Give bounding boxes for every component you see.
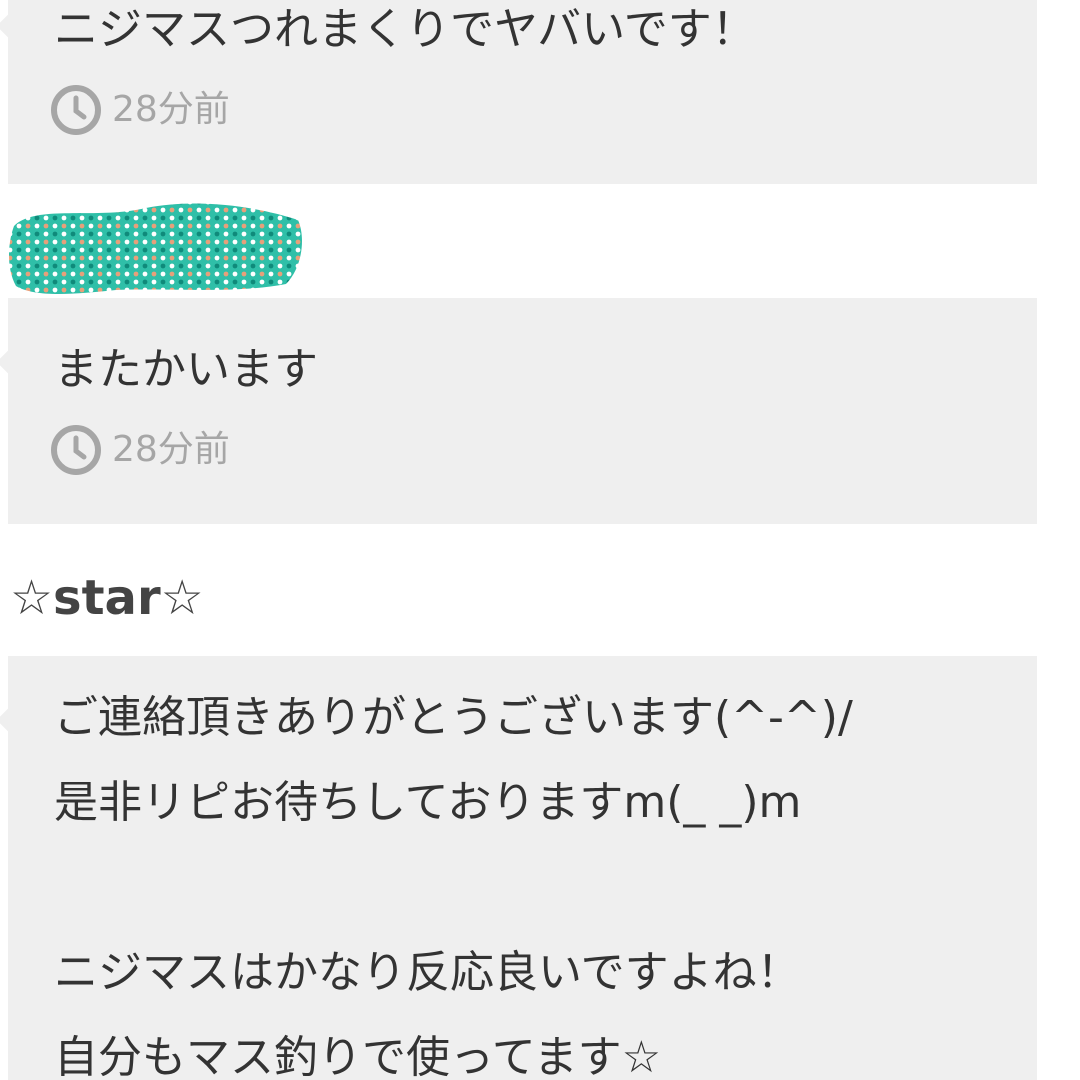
bubble-tail [0,14,20,38]
comment-bubble: ニジマスつれまくりでヤバいです！ 28分前 [0,0,1037,184]
reply-text: ご連絡頂きありがとうございます(^-^)/ 是非リピお待ちしておりますm(_ _… [54,696,853,1080]
comment-time: 28分前 [112,89,230,130]
clock-icon [51,85,101,135]
redacted-username-blob [9,203,302,294]
comment-text: またかいます [54,344,318,395]
comment-meta: 28分前 [50,424,230,476]
reply-username[interactable]: ☆star☆ [10,568,204,628]
reply-line [54,866,853,910]
reply-line: 是非リピお待ちしておりますm(_ _)m [54,777,802,828]
comment-meta: 28分前 [50,84,230,136]
comment-text: ニジマスつれまくりでヤバいです！ [54,4,756,55]
comment-thread: ニジマスつれまくりでヤバいです！ 28分前 またかいます 28分前 ☆star☆… [0,0,1080,1080]
reply-line: ご連絡頂きありがとうございます(^-^)/ [54,692,853,743]
bubble-tail [0,708,20,732]
clock-icon [51,425,101,475]
comment-time: 28分前 [112,429,230,470]
reply-bubble: ご連絡頂きありがとうございます(^-^)/ 是非リピお待ちしておりますm(_ _… [0,656,1037,1080]
reply-line: ニジマスはかなり反応良いですよね！ [54,947,801,998]
comment-bubble: またかいます 28分前 [0,298,1037,524]
reply-line: 自分もマス釣りで使ってます☆ [54,1032,662,1080]
bubble-tail [0,350,20,374]
